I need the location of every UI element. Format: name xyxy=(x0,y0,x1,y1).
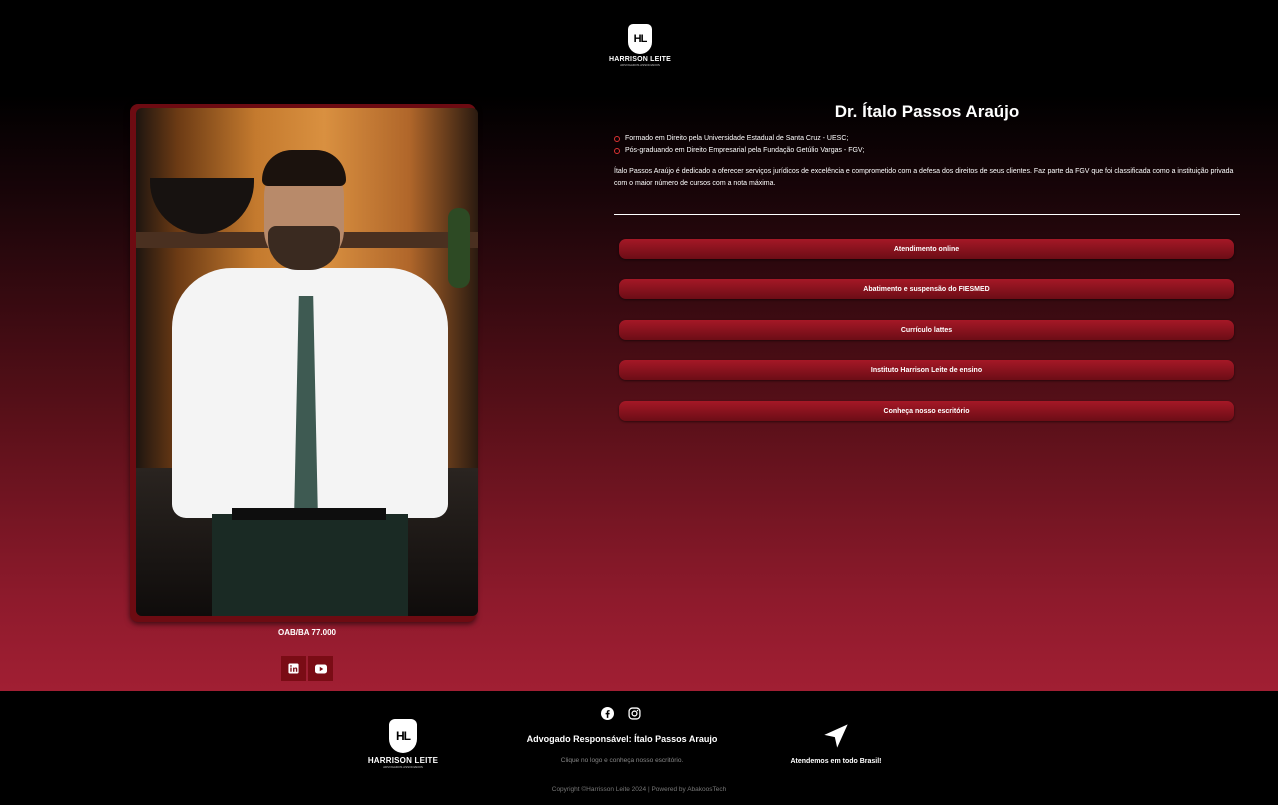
link-button-curriculo-lattes[interactable]: Currículo lattes xyxy=(619,320,1234,340)
footer-subtitle: Clique no logo e conheça nosso escritóri… xyxy=(560,757,684,764)
header-logo[interactable]: HL HARRISON LEITE ADVOGADOS ASSOCIADOS xyxy=(608,24,672,70)
link-button-instituto[interactable]: Instituto Harrison Leite de ensino xyxy=(619,360,1234,380)
divider xyxy=(614,214,1240,215)
list-item: Formado em Direito pela Universidade Est… xyxy=(614,133,864,145)
hero-section: HL HARRISON LEITE ADVOGADOS ASSOCIADOS O… xyxy=(0,0,1278,691)
navigation-arrow-icon xyxy=(824,724,848,748)
facebook-icon[interactable] xyxy=(601,707,614,720)
footer-social-links xyxy=(601,707,641,720)
profile-photo xyxy=(136,108,478,616)
list-item: Pós-graduando em Direito Empresarial pel… xyxy=(614,145,864,157)
service-area-text: Atendemos em todo Brasil! xyxy=(790,758,882,765)
bullet-circle-icon xyxy=(614,136,620,142)
copyright: Copyright ©Harrisson Leite 2024 | Powere… xyxy=(551,786,727,793)
logo-subtitle: ADVOGADOS ASSOCIADOS xyxy=(620,63,660,67)
footer-title: Advogado Responsável: Ítalo Passos Arauj… xyxy=(526,734,718,744)
linkedin-icon[interactable] xyxy=(281,656,306,681)
footer-logo-subtitle: ADVOGADOS ASSOCIADOS xyxy=(383,765,423,769)
profile-bio: Ítalo Passos Araújo é dedicado a oferece… xyxy=(614,168,1234,187)
instagram-icon[interactable] xyxy=(628,707,641,720)
link-button-fiesmed[interactable]: Abatimento e suspensão do FIESMED xyxy=(619,279,1234,299)
oab-number: OAB/BA 77.000 xyxy=(278,628,336,637)
profile-name: Dr. Ítalo Passos Araújo xyxy=(834,102,1020,121)
profile-photo-frame xyxy=(130,104,478,622)
logo-text: HARRISON LEITE xyxy=(609,56,671,63)
credentials-list: Formado em Direito pela Universidade Est… xyxy=(614,133,864,157)
link-button-escritorio[interactable]: Conheça nosso escritório xyxy=(619,401,1234,421)
footer: HL HARRISON LEITE ADVOGADOS ASSOCIADOS A… xyxy=(0,691,1278,805)
link-button-atendimento-online[interactable]: Atendimento online xyxy=(619,239,1234,259)
bullet-circle-icon xyxy=(614,148,620,154)
footer-logo-text: HARRISON LEITE xyxy=(367,756,439,765)
shield-logo-icon: HL xyxy=(628,24,652,54)
youtube-icon[interactable] xyxy=(308,656,333,681)
shield-logo-icon: HL xyxy=(389,719,417,753)
footer-logo[interactable]: HL HARRISON LEITE ADVOGADOS ASSOCIADOS xyxy=(365,719,441,769)
profile-social-links xyxy=(281,656,333,681)
